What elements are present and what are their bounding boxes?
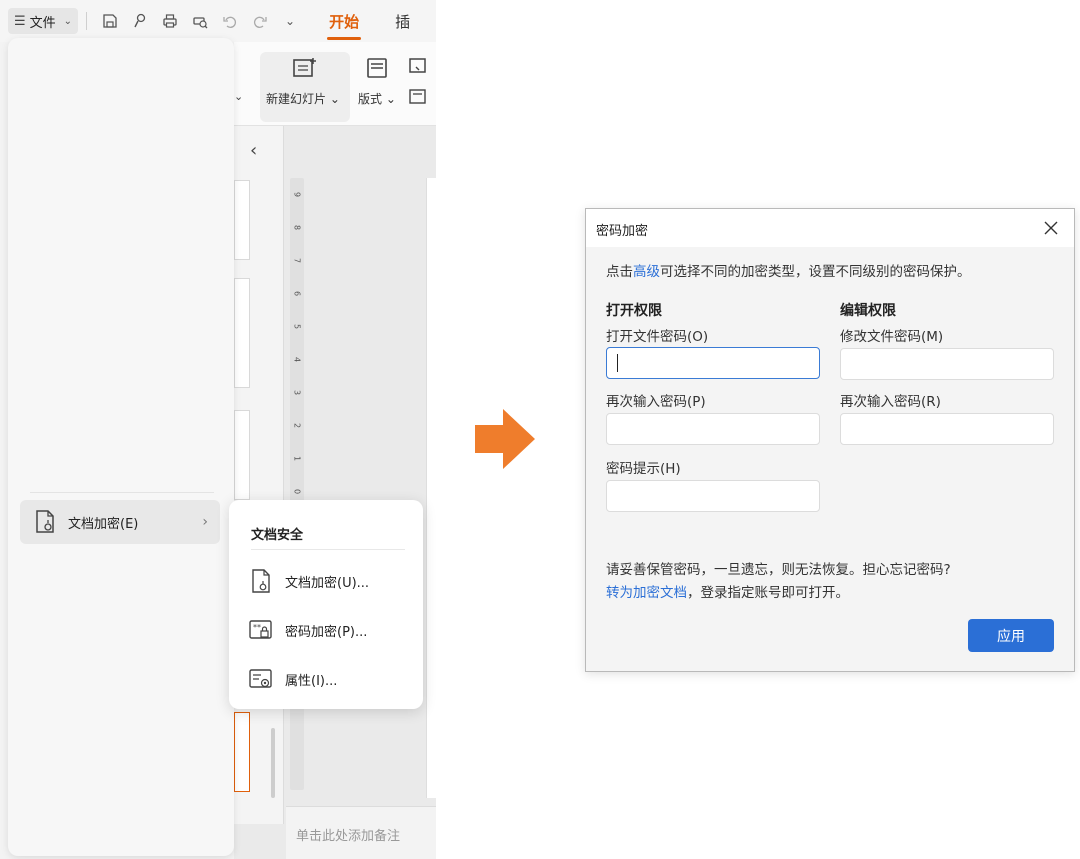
notes-pane[interactable]: 单击此处添加备注 [286, 806, 436, 859]
chevron-right-icon: › [202, 514, 208, 530]
hamburger-icon: ☰ [14, 13, 26, 29]
menu-divider [30, 492, 214, 493]
document-lock-icon [252, 569, 270, 593]
collapse-panel-icon[interactable]: ‹ [250, 140, 257, 161]
ruler-number: 0 [292, 488, 302, 495]
arrow-right-icon [475, 409, 535, 469]
ribbon-panel: 新建幻灯片 ⌄ 版式 ⌄ ⌄ [234, 42, 436, 126]
ruler-number: 5 [292, 323, 302, 330]
wps-presentation-window: ☰ 文件 ⌄ ⌄ 开始 插 新建幻灯片 ⌄ 版式 ⌄ ⌄ ‹ 9 8 7 6 5… [0, 0, 436, 859]
print-icon[interactable] [161, 12, 179, 30]
edit-password-label: 修改文件密码(M) [840, 329, 944, 345]
ruler-number: 7 [292, 257, 302, 264]
submenu-title: 文档安全 [251, 528, 304, 543]
tab-insert[interactable]: 插 [395, 11, 410, 32]
ruler-number: 1 [292, 455, 302, 462]
document-lock-icon [36, 510, 54, 533]
password-lock-icon: ** [249, 620, 272, 639]
submenu-item-label: 密码加密(P)... [285, 624, 368, 640]
layout-icon[interactable] [366, 57, 388, 83]
open-confirm-password-label: 再次输入密码(P) [606, 394, 706, 410]
password-hint-input[interactable] [606, 480, 820, 512]
more-chevron-down-icon[interactable]: ⌄ [281, 12, 299, 30]
ruler-number: 9 [292, 191, 302, 198]
undo-icon[interactable] [221, 12, 239, 30]
file-menu-button[interactable]: ☰ 文件 ⌄ [8, 8, 79, 34]
toolbar-divider [86, 12, 88, 30]
apply-button[interactable]: 应用 [968, 619, 1054, 652]
menu-item-label: 文档加密(E) [68, 516, 139, 532]
save-icon[interactable] [101, 12, 119, 30]
quick-access-toolbar: ☰ 文件 ⌄ ⌄ 开始 插 [0, 0, 436, 42]
edit-permission-heading: 编辑权限 [840, 303, 896, 319]
notes-placeholder: 单击此处添加备注 [296, 829, 401, 844]
thumbnail-scrollbar[interactable] [271, 728, 275, 798]
file-menu-panel: 文档加密(E) › [8, 38, 234, 856]
dialog-title: 密码加密 [596, 224, 649, 239]
slide-thumbnail[interactable] [234, 410, 250, 500]
close-button[interactable] [1040, 217, 1062, 239]
new-slide-icon [292, 57, 318, 83]
new-slide-label: 新建幻灯片 ⌄ [266, 92, 340, 106]
edit-password-input[interactable] [840, 348, 1054, 380]
submenu-item-properties[interactable]: 属性(I)... [249, 664, 337, 694]
slide-thumbnail[interactable] [234, 278, 250, 388]
svg-text:**: ** [253, 623, 261, 632]
text-caret [617, 354, 618, 372]
submenu-item-password-encrypt[interactable]: ** 密码加密(P)... [249, 615, 367, 645]
edit-confirm-password-label: 再次输入密码(R) [840, 394, 941, 410]
print-preview-icon[interactable] [191, 12, 209, 30]
convert-encrypted-document-link[interactable]: 转为加密文档 [606, 585, 687, 601]
file-menu-label: 文件 [29, 15, 56, 31]
ruler-number: 6 [292, 290, 302, 297]
section-icon[interactable] [408, 88, 428, 110]
submenu-item-document-encrypt[interactable]: 文档加密(U)... [249, 566, 369, 596]
ruler-number: 4 [292, 356, 302, 363]
description-text: 可选择不同的加密类型，设置不同级别的密码保护。 [660, 264, 971, 280]
open-password-label: 打开文件密码(O) [606, 329, 709, 345]
tab-start[interactable]: 开始 [327, 11, 362, 40]
description-text: 点击 [606, 264, 633, 280]
ruler-number: 2 [292, 422, 302, 429]
redo-icon[interactable] [251, 12, 269, 30]
submenu-item-label: 文档加密(U)... [285, 575, 370, 591]
properties-gear-icon [249, 669, 272, 688]
document-encrypt-menu-item[interactable]: 文档加密(E) › [20, 500, 220, 544]
password-hint-label: 密码提示(H) [606, 461, 681, 477]
advanced-link[interactable]: 高级 [633, 264, 660, 280]
document-security-submenu: 文档安全 文档加密(U)... ** 密码加密(P)... 属性(I)... [229, 500, 423, 709]
warning-text: 请妥善保管密码，一旦遗忘，则无法恢复。担心忘记密码? [606, 562, 951, 578]
chevron-down-icon: ⌄ [63, 15, 73, 27]
dialog-description: 点击高级可选择不同的加密类型，设置不同级别的密码保护。 [606, 260, 971, 280]
chevron-down-icon: ⌄ [234, 90, 244, 103]
submenu-item-label: 属性(I)... [285, 673, 338, 689]
ruler-number: 8 [292, 224, 302, 231]
edit-confirm-password-input[interactable] [840, 413, 1054, 445]
open-permission-heading: 打开权限 [606, 303, 662, 319]
dialog-titlebar: 密码加密 [586, 209, 1074, 247]
open-confirm-password-input[interactable] [606, 413, 820, 445]
slide-thumbnail[interactable] [234, 180, 250, 260]
close-icon [1044, 221, 1058, 235]
ruler-number: 3 [292, 389, 302, 396]
slide-canvas[interactable] [426, 178, 436, 798]
slide-thumbnail-active[interactable] [234, 712, 250, 792]
reset-slide-icon[interactable] [408, 57, 428, 81]
open-password-input[interactable] [606, 347, 820, 379]
layout-label[interactable]: 版式 ⌄ [358, 90, 396, 107]
warning-text-line2: 转为加密文档，登录指定账号即可打开。 [606, 581, 849, 601]
password-encrypt-dialog: 密码加密 点击高级可选择不同的加密类型，设置不同级别的密码保护。 打开权限 编辑… [585, 208, 1075, 672]
format-painter-icon[interactable] [131, 12, 149, 30]
warning-suffix: ，登录指定账号即可打开。 [687, 585, 849, 601]
submenu-divider [251, 549, 405, 550]
